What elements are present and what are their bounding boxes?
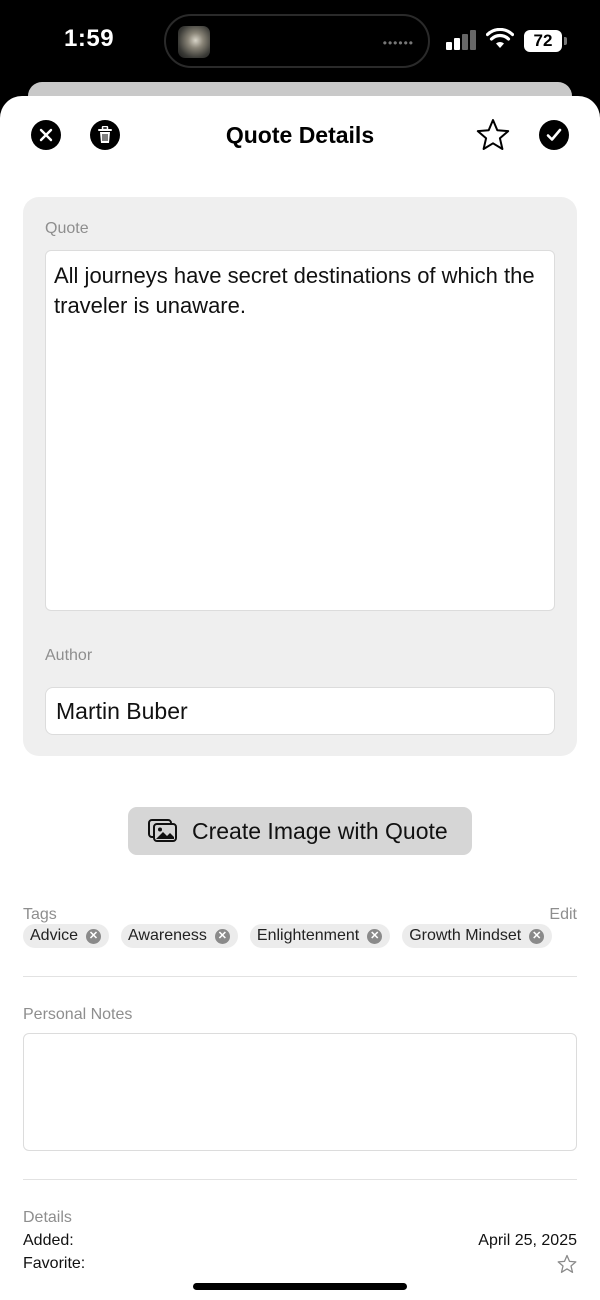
- remove-tag-icon[interactable]: ✕: [529, 928, 545, 944]
- tag-label: Enlightenment: [256, 927, 360, 944]
- favorite-star-icon[interactable]: [476, 118, 510, 152]
- wifi-icon: [486, 28, 514, 48]
- tag-chip[interactable]: Advice ✕: [23, 924, 110, 948]
- tag-chip[interactable]: Enlightenment ✕: [249, 924, 391, 948]
- status-time: 1:59: [64, 25, 115, 52]
- checkmark-icon: [546, 128, 562, 141]
- remove-tag-icon[interactable]: ✕: [367, 928, 383, 944]
- audio-waveform-icon: ••••••: [382, 36, 414, 50]
- tag-chip[interactable]: Awareness ✕: [121, 924, 238, 948]
- page-title: Quote Details: [225, 122, 375, 148]
- personal-notes-label: Personal Notes: [23, 1006, 133, 1023]
- dynamic-island[interactable]: ••••••: [164, 14, 430, 68]
- tag-label: Advice: [30, 927, 79, 944]
- remove-tag-icon[interactable]: ✕: [214, 928, 230, 944]
- create-image-button[interactable]: Create Image with Quote: [128, 807, 472, 855]
- cellular-signal-icon: [446, 30, 478, 50]
- tag-label: Growth Mindset: [409, 927, 522, 944]
- star-outline-icon: [557, 1254, 577, 1273]
- added-date: April 25, 2025: [478, 1232, 577, 1249]
- quote-details-sheet: Quote Details Quote All journeys have se…: [0, 96, 600, 1300]
- personal-notes-field[interactable]: [23, 1033, 577, 1151]
- quote-card: Quote All journeys have secret destinati…: [23, 197, 577, 756]
- tags-label: Tags: [23, 906, 57, 923]
- favorite-label: Favorite:: [23, 1255, 86, 1272]
- divider: [23, 1179, 577, 1180]
- divider: [23, 976, 577, 977]
- author-field[interactable]: Martin Buber: [45, 687, 555, 735]
- tag-chip[interactable]: Growth Mindset ✕: [402, 924, 553, 948]
- status-bar: 1:59 •••••• 72: [0, 0, 600, 84]
- battery-icon: 72: [524, 30, 562, 52]
- remove-tag-icon[interactable]: ✕: [86, 928, 102, 944]
- added-label: Added:: [23, 1232, 74, 1249]
- author-label: Author: [45, 647, 93, 664]
- tag-label: Awareness: [128, 927, 207, 944]
- home-indicator[interactable]: [193, 1283, 407, 1290]
- save-button[interactable]: [539, 120, 569, 150]
- quote-text-field[interactable]: All journeys have secret destinations of…: [45, 250, 555, 611]
- photo-stack-icon: [148, 819, 177, 842]
- quote-label: Quote: [45, 220, 89, 237]
- tags-list: Advice ✕ Awareness ✕ Enlightenment ✕ Gro…: [23, 924, 553, 948]
- details-label: Details: [23, 1209, 72, 1226]
- now-playing-artwork: [178, 26, 210, 58]
- battery-tip: [564, 37, 567, 45]
- create-image-label: Create Image with Quote: [192, 817, 448, 844]
- edit-tags-link[interactable]: Edit: [549, 906, 577, 924]
